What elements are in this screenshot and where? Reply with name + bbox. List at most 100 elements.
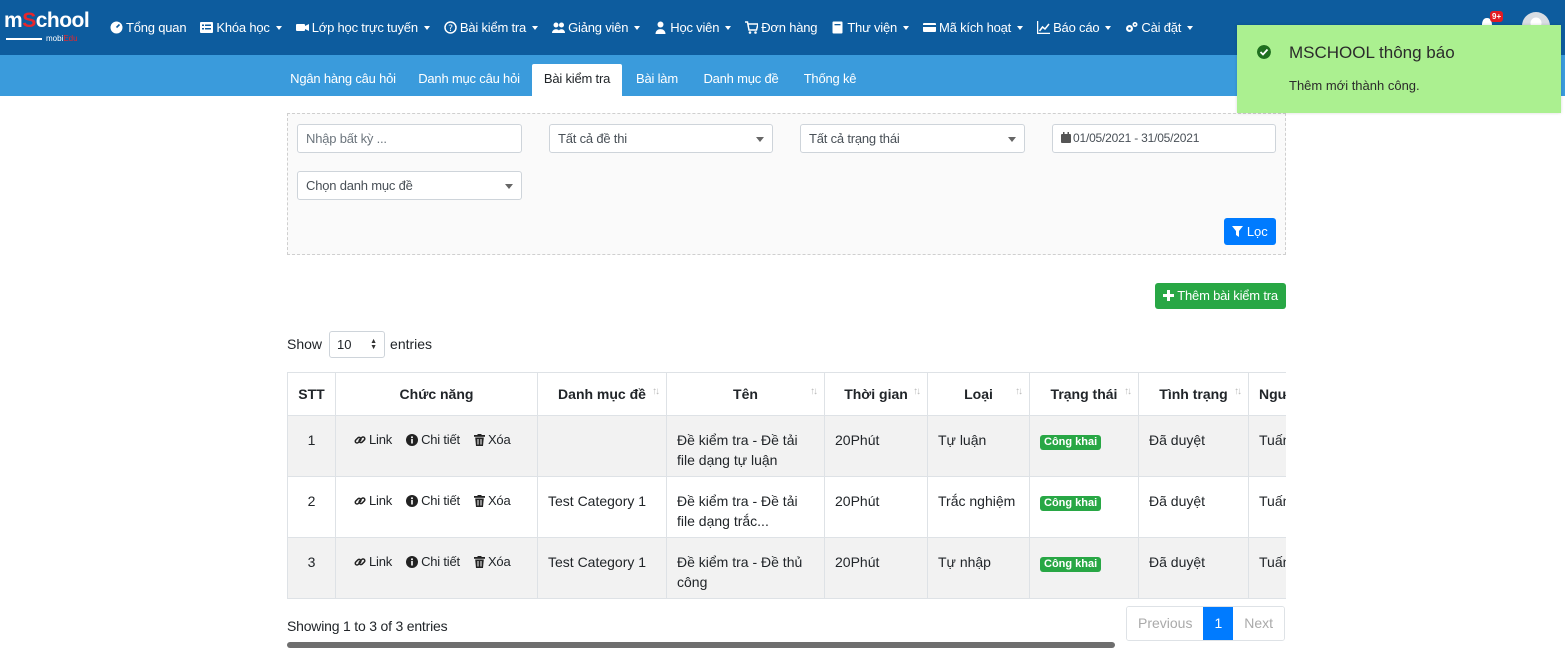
chevron-down-icon [505, 184, 513, 189]
category-select[interactable]: Chọn danh mục đề [297, 171, 522, 200]
toast-title: MSCHOOL thông báo [1289, 43, 1455, 62]
video-icon [295, 24, 309, 31]
previous-page-button[interactable]: Previous [1127, 607, 1204, 640]
table-info: Showing 1 to 3 of 3 entries [287, 618, 448, 634]
info-circle-icon [406, 495, 419, 507]
status-select[interactable]: Tất cả trạng thái [800, 124, 1025, 153]
notification-badge: 9+ [1490, 11, 1504, 22]
menu-item-label: Mã kích hoạt [939, 20, 1012, 35]
entries-select[interactable]: 10 ▲ ▼ [329, 330, 386, 358]
column-header-7[interactable]: Tình trạng ↑↓ [1138, 372, 1249, 416]
cart-icon [745, 21, 759, 34]
tab-question-category[interactable]: Danh mục câu hỏi [410, 64, 528, 96]
column-header-6[interactable]: Trạng thái ↑↓ [1029, 372, 1139, 416]
sort-icon: ↑↓ [1234, 386, 1242, 397]
add-test-button[interactable]: Thêm bài kiểm tra [1155, 283, 1286, 309]
column-header-8[interactable]: Người [1248, 372, 1286, 416]
sort-icon: ↑↓ [1124, 386, 1132, 397]
column-header-label: Chức năng [399, 386, 474, 402]
menu-item-2[interactable]: Lớp học trực tuyến [295, 20, 430, 35]
trash-icon [473, 556, 485, 568]
column-header-3[interactable]: Tên ↑↓ [666, 372, 825, 416]
add-test-label: Thêm bài kiểm tra [1177, 288, 1278, 303]
column-header-2[interactable]: Danh mục đề ↑↓ [537, 372, 667, 416]
cell-actions: Link Chi tiết Xóa [335, 415, 538, 477]
horizontal-scrollbar[interactable] [287, 642, 1115, 648]
card-icon [923, 23, 937, 32]
link-icon [354, 497, 366, 505]
menu-item-4[interactable]: Giảng viên [552, 20, 641, 35]
column-header-5[interactable]: Loại ↑↓ [927, 372, 1030, 416]
column-header-label: Thời gian [844, 386, 908, 402]
delete-label: Xóa [487, 493, 511, 508]
link-action[interactable]: Link [354, 552, 392, 572]
tab-exam-category[interactable]: Danh mục đề [694, 64, 788, 96]
toast-message: Thêm mới thành công. [1289, 78, 1420, 93]
detail-action[interactable]: Chi tiết [406, 430, 460, 450]
menu-item-3[interactable]: ? Bài kiểm tra [444, 20, 539, 35]
delete-label: Xóa [487, 554, 511, 569]
sort-icon: ↑↓ [810, 386, 818, 397]
menu-item-0[interactable]: Tổng quan [110, 20, 187, 35]
book-icon [832, 21, 843, 34]
tab-tests[interactable]: Bài kiểm tra [532, 64, 622, 96]
category-select-value: Chọn danh mục đề [306, 178, 413, 193]
menu-item-label: Lớp học trực tuyến [311, 20, 418, 35]
detail-label: Chi tiết [421, 432, 460, 447]
list-icon [200, 22, 214, 33]
sort-icon: ↑↓ [913, 386, 921, 397]
delete-action[interactable]: Xóa [473, 430, 511, 450]
tab-question-bank[interactable]: Ngân hàng câu hỏi [282, 64, 404, 96]
menu-item-8[interactable]: Mã kích hoạt [923, 20, 1024, 35]
updown-icon: ▲ ▼ [370, 337, 378, 351]
menu-item-10[interactable]: Cài đặt [1125, 20, 1194, 35]
chevron-down-icon [756, 137, 764, 142]
caret-down-icon [532, 25, 539, 30]
cell-state: Đã duyệt [1138, 476, 1249, 538]
menu-item-1[interactable]: Khóa học [200, 20, 282, 35]
mschool-logo[interactable]: mSchool mobiEdu [4, 10, 94, 46]
cell-actions: Link Chi tiết Xóa [335, 476, 538, 538]
next-page-button[interactable]: Next [1233, 607, 1285, 640]
search-input[interactable]: Nhập bất kỳ ... [297, 124, 522, 153]
link-label: Link [369, 493, 393, 508]
menu-item-5[interactable]: Học viên [654, 20, 732, 35]
filter-button[interactable]: Lọc [1224, 218, 1276, 245]
logo-divider [6, 38, 42, 40]
link-label: Link [369, 554, 393, 569]
column-header-label: Tình trạng [1159, 386, 1228, 402]
info-circle-icon [406, 556, 419, 568]
menu-item-6[interactable]: Đơn hàng [745, 20, 818, 35]
detail-label: Chi tiết [421, 493, 460, 508]
delete-action[interactable]: Xóa [473, 552, 511, 572]
column-header-0: STT [287, 372, 336, 416]
link-action[interactable]: Link [354, 491, 392, 511]
date-range-input[interactable]: 01/05/2021 - 31/05/2021 [1052, 124, 1276, 153]
filter-icon [1232, 226, 1244, 237]
exam-select[interactable]: Tất cả đề thi [549, 124, 773, 153]
detail-action[interactable]: Chi tiết [406, 552, 460, 572]
show-label: Show [287, 336, 323, 352]
menu-item-9[interactable]: Báo cáo [1037, 20, 1112, 35]
cell-state: Đã duyệt [1138, 537, 1249, 599]
tab-submissions[interactable]: Bài làm [628, 64, 686, 96]
menu-item-label: Báo cáo [1053, 20, 1100, 35]
logo-text: mSchool [4, 9, 90, 32]
calendar-icon [1061, 132, 1071, 143]
page-1-button[interactable]: 1 [1203, 607, 1234, 640]
detail-action[interactable]: Chi tiết [406, 491, 460, 511]
link-action[interactable]: Link [354, 430, 392, 450]
cell-category [537, 415, 667, 477]
menu-item-7[interactable]: Thư viện [831, 20, 910, 35]
tab-statistics[interactable]: Thống kê [796, 64, 864, 96]
caret-down-icon [275, 25, 282, 30]
entries-label: entries [390, 336, 433, 352]
check-circle-icon [1257, 45, 1271, 59]
table-header-row: STT Chức năng Danh mục đề ↑↓ Tên ↑↓ Thời gian ↑… [287, 372, 1286, 416]
column-header-4[interactable]: Thời gian ↑↓ [824, 372, 928, 416]
success-toast[interactable]: MSCHOOL thông báo Thêm mới thành công. [1237, 25, 1561, 113]
menu-item-label: Tổng quan [126, 20, 187, 35]
cell-type: Tự luận [927, 415, 1030, 477]
delete-action[interactable]: Xóa [473, 491, 511, 511]
info-circle-icon [406, 434, 419, 446]
